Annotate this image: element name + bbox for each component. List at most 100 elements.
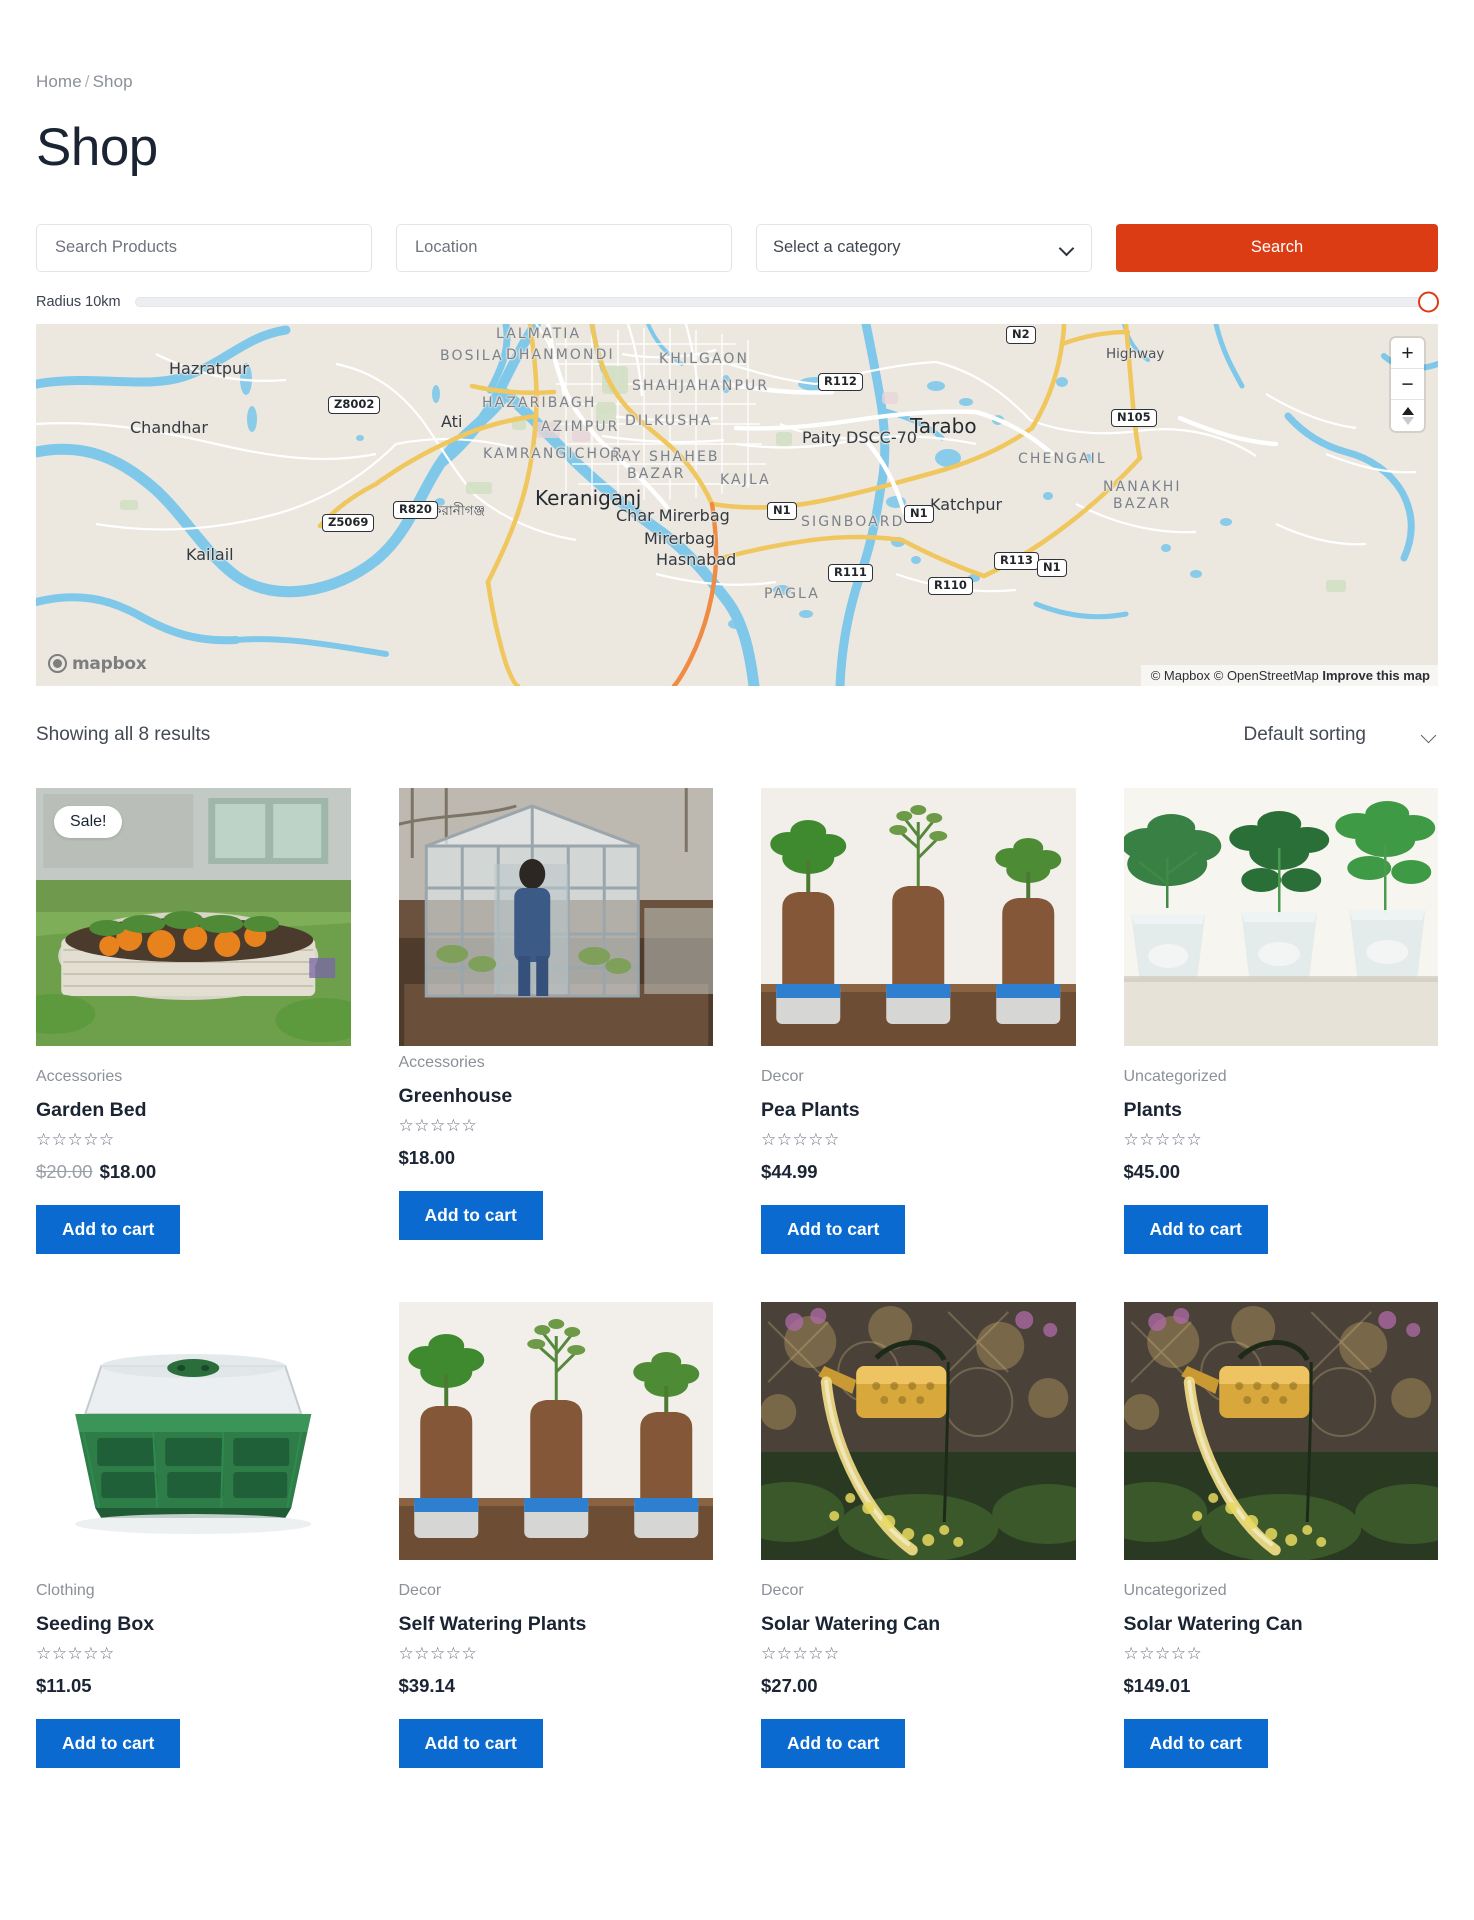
map-compass-button[interactable] (1391, 399, 1424, 431)
map-zoom-out-button[interactable]: − (1391, 368, 1424, 400)
compass-south-icon (1401, 416, 1414, 425)
product-original-price: $20.00 (36, 1161, 93, 1183)
radius-slider[interactable] (134, 291, 1439, 313)
map-road-shield: R111 (828, 563, 873, 582)
improve-map-link[interactable]: Improve this map (1322, 668, 1430, 683)
product-title[interactable]: Self Watering Plants (399, 1613, 714, 1636)
radius-label: Radius 10km (36, 293, 121, 310)
map-road-shield: R113 (994, 551, 1039, 570)
product-card[interactable]: Decor Solar Watering Can ☆☆☆☆☆ $27.00 Ad… (761, 1302, 1076, 1769)
product-category[interactable]: Uncategorized (1124, 1068, 1439, 1086)
map-road-shield: R110 (928, 576, 973, 595)
product-category[interactable]: Clothing (36, 1582, 351, 1600)
results-count: Showing all 8 results (36, 723, 211, 745)
map-road-shield: N2 (1006, 325, 1036, 344)
breadcrumb-home[interactable]: Home (36, 72, 82, 91)
add-to-cart-button[interactable]: Add to cart (1123, 1205, 1268, 1255)
chevron-down-icon (1060, 243, 1075, 252)
product-price: $39.14 (398, 1675, 456, 1697)
map-road-shield: N1 (1037, 558, 1067, 577)
product-thumbnail[interactable] (398, 787, 713, 1046)
product-thumbnail[interactable] (398, 1302, 713, 1561)
map-attribution: © Mapbox © OpenStreetMap Improve this ma… (1140, 664, 1438, 686)
location-field[interactable] (396, 223, 732, 272)
product-rating-stars: ☆☆☆☆☆ (398, 1644, 478, 1664)
radius-slider-handle[interactable] (1418, 291, 1439, 313)
product-thumbnail[interactable]: Sale! (36, 787, 351, 1046)
product-card[interactable]: Clothing Seeding Box ☆☆☆☆☆ $11.05 Add to… (36, 1302, 351, 1769)
sale-badge: Sale! (54, 805, 123, 838)
add-to-cart-button[interactable]: Add to cart (36, 1719, 181, 1769)
map-road-shield: Z8002 (328, 395, 381, 414)
product-title[interactable]: Pea Plants (761, 1099, 1076, 1122)
map-road-shield: Z5069 (322, 513, 375, 532)
add-to-cart-button[interactable]: Add to cart (761, 1205, 906, 1255)
product-title[interactable]: Greenhouse (399, 1085, 714, 1108)
search-button[interactable]: Search (1116, 223, 1438, 272)
product-price: $44.99 (761, 1161, 818, 1183)
product-thumbnail[interactable] (1123, 787, 1438, 1046)
product-card[interactable]: Decor Self Watering Plants ☆☆☆☆☆ $39.14 … (398, 1302, 714, 1769)
radius-filter: Radius 10km (36, 291, 1439, 313)
product-thumbnail[interactable] (1123, 1302, 1438, 1561)
results-toolbar: Showing all 8 results Default sorting (36, 724, 1438, 746)
category-select[interactable]: Select a category (756, 223, 1092, 272)
map-base-graphics (36, 323, 1438, 686)
product-price: $149.01 (1123, 1675, 1191, 1697)
map-canvas[interactable]: Hazratpur Chandhar Kailail Ati LALMATIA BOSIL… (36, 323, 1438, 686)
map-road-shield: N1 (767, 501, 797, 520)
product-category[interactable]: Accessories (36, 1068, 351, 1086)
product-category[interactable]: Decor (761, 1068, 1076, 1086)
mapbox-logo[interactable]: mapbox (48, 653, 147, 674)
sort-dropdown-value: Default sorting (1243, 723, 1366, 745)
product-rating-stars: ☆☆☆☆☆ (761, 1130, 840, 1150)
product-rating-stars: ☆☆☆☆☆ (1123, 1644, 1203, 1664)
mapbox-logo-text: mapbox (72, 653, 147, 674)
product-card[interactable]: Accessories Greenhouse ☆☆☆☆☆ $18.00 Add … (398, 787, 714, 1254)
product-price: $20.00 $18.00 (36, 1161, 351, 1183)
search-products-field[interactable] (36, 223, 372, 272)
product-price: $45.00 (1123, 1161, 1181, 1183)
map-road-shield: R820 (393, 500, 438, 519)
product-price: $11.05 (36, 1675, 92, 1697)
product-rating-stars: ☆☆☆☆☆ (398, 1116, 478, 1136)
product-sale-price: $18.00 (99, 1161, 157, 1183)
product-card[interactable]: Decor Pea Plants ☆☆☆☆☆ $44.99 Add to car… (761, 787, 1076, 1255)
add-to-cart-button[interactable]: Add to cart (36, 1205, 181, 1255)
add-to-cart-button[interactable]: Add to cart (398, 1191, 543, 1241)
product-rating-stars: ☆☆☆☆☆ (36, 1644, 115, 1664)
compass-north-icon (1401, 406, 1414, 415)
category-select-value: Select a category (773, 238, 901, 257)
product-rating-stars: ☆☆☆☆☆ (1123, 1130, 1203, 1150)
location-input[interactable] (413, 237, 715, 259)
product-card[interactable]: Uncategorized Plants ☆☆☆☆☆ $45.00 Add to… (1123, 787, 1439, 1255)
footer-spacer (36, 1768, 1438, 1918)
search-filter-bar: Select a category Search (36, 223, 1438, 272)
product-category[interactable]: Uncategorized (1124, 1582, 1439, 1600)
sort-dropdown[interactable]: Default sorting (1243, 724, 1438, 746)
product-title[interactable]: Solar Watering Can (761, 1613, 1076, 1636)
product-card[interactable]: Uncategorized Solar Watering Can ☆☆☆☆☆ $… (1123, 1302, 1439, 1769)
add-to-cart-button[interactable]: Add to cart (761, 1719, 906, 1769)
product-thumbnail[interactable] (761, 1302, 1076, 1561)
product-title[interactable]: Plants (1124, 1099, 1439, 1122)
product-title[interactable]: Seeding Box (36, 1613, 351, 1636)
breadcrumb-separator: / (84, 72, 90, 91)
product-category[interactable]: Decor (399, 1582, 714, 1600)
map-road-shield: R112 (818, 372, 863, 391)
map-road-shield: N1 (904, 504, 934, 523)
product-title[interactable]: Solar Watering Can (1124, 1613, 1439, 1636)
add-to-cart-button[interactable]: Add to cart (398, 1719, 543, 1769)
search-input[interactable] (53, 237, 355, 259)
product-card[interactable]: Sale! Accessories Garden Bed ☆☆☆☆☆ $20.0… (36, 787, 351, 1255)
map-zoom-controls[interactable]: + − (1391, 337, 1424, 431)
product-title[interactable]: Garden Bed (36, 1099, 351, 1122)
add-to-cart-button[interactable]: Add to cart (1123, 1719, 1268, 1769)
product-category[interactable]: Accessories (399, 1054, 714, 1072)
product-thumbnail[interactable] (36, 1302, 351, 1561)
map-zoom-in-button[interactable]: + (1391, 337, 1424, 369)
breadcrumb-current[interactable]: Shop (93, 72, 133, 91)
product-category[interactable]: Decor (761, 1582, 1076, 1600)
shop-page: Home/Shop Shop Select a category Search … (0, 0, 1474, 1918)
product-thumbnail[interactable] (761, 787, 1076, 1046)
